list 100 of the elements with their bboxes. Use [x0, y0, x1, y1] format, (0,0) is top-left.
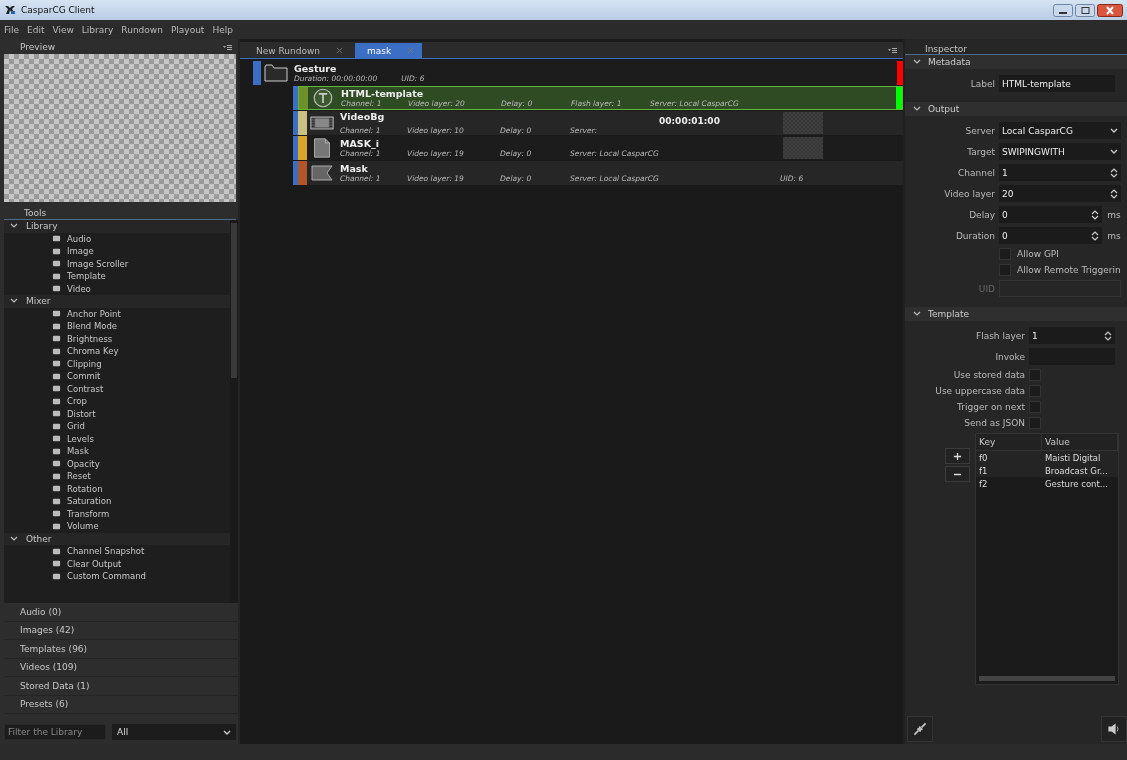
dropdown[interactable]: SWIPINGWITH [999, 143, 1121, 160]
tool-item[interactable]: Mask [4, 445, 230, 458]
spin-arrows-icon[interactable] [1109, 167, 1118, 178]
library-category[interactable]: Audio (0) [4, 603, 238, 622]
folder-icon [264, 63, 288, 83]
text-field[interactable]: HTML-template [999, 75, 1115, 92]
menu-item[interactable]: Help [212, 24, 233, 35]
dock-icon[interactable] [223, 43, 232, 50]
tool-item[interactable]: Image Scroller [4, 257, 230, 270]
item-name: VideoBg [340, 111, 386, 124]
tool-item[interactable]: Brightness [4, 332, 230, 345]
section-header[interactable]: Metadata [905, 55, 1127, 69]
table-cell-text: Broadcast Gr... [1044, 465, 1109, 476]
table-cell-text: f0 [978, 452, 989, 463]
tool-item[interactable]: Audio [4, 232, 230, 245]
library-category[interactable]: Stored Data (1) [4, 677, 238, 696]
tool-item[interactable]: Commit [4, 370, 230, 383]
tool-item[interactable]: Opacity [4, 457, 230, 470]
chevron-icon [913, 106, 921, 112]
chevron-icon [10, 535, 18, 542]
rundown-tab[interactable]: mask [355, 43, 423, 58]
unit-label: ms [1107, 209, 1121, 220]
speaker-button[interactable] [1101, 716, 1127, 742]
column-header[interactable]: Key [976, 434, 1042, 450]
tool-item[interactable]: Chroma Key [4, 345, 230, 358]
item-name: Mask [340, 163, 368, 174]
timecode: 00:00:01:00 [659, 116, 721, 126]
library-category[interactable]: Images (42) [4, 621, 238, 640]
menu-item[interactable]: Playout [170, 24, 205, 35]
tool-item[interactable]: Levels [4, 432, 230, 445]
rundown-tab[interactable]: New Rundown [244, 43, 352, 58]
panel-title: Inspector [925, 44, 967, 54]
tool-item[interactable]: Rotation [4, 482, 230, 495]
field-label: Duration [954, 230, 995, 241]
app-icon [4, 5, 16, 15]
spin-arrows-icon[interactable] [1091, 230, 1100, 241]
menu-item[interactable]: Rundown [121, 24, 163, 35]
tool-item[interactable]: Volume [4, 520, 230, 533]
tool-item[interactable]: Distort [4, 407, 230, 420]
plug-button[interactable] [907, 716, 933, 742]
tool-item[interactable]: Channel Snapshot [4, 545, 230, 558]
spin-arrows-icon[interactable] [1104, 330, 1112, 341]
menu-item[interactable]: Library [81, 24, 114, 35]
spin-box[interactable]: 20 [999, 185, 1121, 202]
chevron-icon [913, 311, 921, 317]
maximize-icon[interactable] [1075, 3, 1095, 17]
film-icon [310, 113, 334, 133]
plus-icon [953, 451, 962, 461]
column-header[interactable]: Value [1042, 434, 1118, 450]
tool-item[interactable]: Custom Command [4, 570, 230, 583]
section-header[interactable]: Output [905, 102, 1127, 116]
spin-box[interactable]: 1 [1029, 327, 1115, 344]
menu-item[interactable]: File [4, 24, 20, 35]
spin-arrows-icon[interactable] [1109, 188, 1118, 199]
add-button[interactable] [945, 448, 970, 464]
tool-item[interactable]: Clipping [4, 357, 230, 370]
tool-item[interactable]: Crop [4, 395, 230, 408]
panel-title: Tools [24, 208, 47, 218]
filter-field[interactable]: Filter the Library [4, 724, 106, 740]
section-header[interactable]: Template [905, 307, 1127, 321]
scrollbar[interactable] [230, 220, 238, 603]
tool-item[interactable]: Contrast [4, 382, 230, 395]
type-dropdown[interactable]: All [112, 724, 236, 740]
field-label: Channel [957, 167, 995, 178]
tool-item[interactable]: Video [4, 282, 230, 295]
tool-item[interactable]: Transform [4, 507, 230, 520]
field-label: Use uppercase data [934, 386, 1025, 396]
tool-item[interactable]: Anchor Point [4, 307, 230, 320]
tree-group[interactable]: Library [4, 220, 230, 233]
tool-item[interactable]: Blend Mode [4, 320, 230, 333]
spin-box[interactable]: 0 [999, 227, 1103, 244]
field-label: Target [966, 146, 995, 157]
tool-item[interactable]: Template [4, 270, 230, 283]
dock-icon[interactable] [888, 47, 897, 53]
library-category[interactable]: Templates (96) [4, 640, 238, 659]
tool-item[interactable]: Grid [4, 420, 230, 433]
field-label: Label [969, 78, 995, 89]
spin-arrows-icon[interactable] [1091, 209, 1100, 220]
menu-item[interactable]: Edit [27, 24, 45, 35]
tool-item[interactable]: Image [4, 245, 230, 258]
tool-item[interactable]: Reset [4, 470, 230, 483]
spin-box[interactable]: 1 [999, 164, 1121, 181]
tool-item[interactable]: Clear Output [4, 557, 230, 570]
close-icon[interactable] [1097, 3, 1123, 17]
caret-icon [1109, 149, 1118, 154]
library-category[interactable]: Videos (109) [4, 658, 238, 677]
tree-group[interactable]: Mixer [4, 295, 230, 308]
chevron-icon [10, 298, 18, 305]
minimize-icon[interactable] [1053, 3, 1073, 17]
spin-box[interactable]: 0 [999, 206, 1103, 223]
field-label: Invoke [994, 351, 1025, 362]
scrollbar[interactable] [979, 676, 1115, 681]
table-cell-text: f2 [978, 478, 989, 489]
item-name: Gesture [294, 63, 338, 74]
menu-item[interactable]: View [52, 24, 74, 35]
field-label: Server [964, 125, 995, 136]
library-category[interactable]: Presets (6) [4, 695, 238, 714]
tool-item[interactable]: Saturation [4, 495, 230, 508]
tree-group[interactable]: Other [4, 532, 230, 545]
dropdown[interactable]: Local CasparCG [999, 122, 1121, 139]
